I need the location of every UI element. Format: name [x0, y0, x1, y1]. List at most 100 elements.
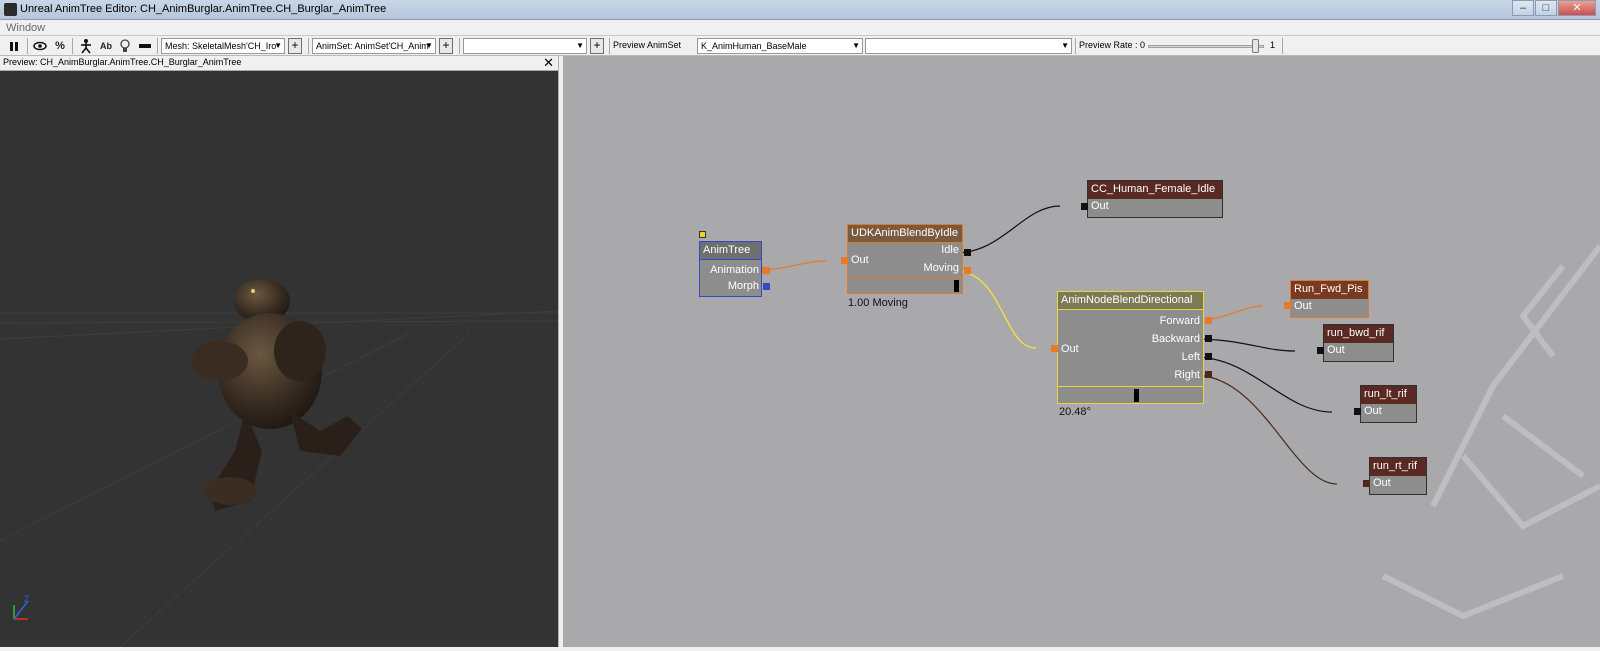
blend-by-idle-in-label: Out [851, 254, 869, 266]
chevron-down-icon: ▼ [274, 41, 282, 50]
close-preview-icon[interactable]: ✕ [543, 55, 554, 71]
preview-animset-label: Preview AnimSet [613, 40, 682, 50]
blend-by-idle-pin-moving-label: Moving [923, 262, 959, 274]
toolbar-separator [308, 38, 309, 54]
preview-header: Preview: CH_AnimBurglar.AnimTree.CH_Burg… [0, 55, 560, 71]
blend-directional-pin-forward-label: Forward [1159, 315, 1200, 327]
anim-sequence-title: run_rt_rif [1370, 458, 1426, 476]
menu-window[interactable]: Window [6, 22, 45, 34]
morph-select[interactable]: ▼ [463, 38, 587, 54]
anim-sequence-pin-out[interactable] [1363, 480, 1370, 487]
preview-title: Preview: CH_AnimBurglar.AnimTree.CH_Burg… [3, 57, 242, 67]
eye-icon[interactable] [32, 38, 48, 54]
preview-animset-value: K_AnimHuman_BaseMale [701, 41, 807, 51]
blend-directional-pin-backward-label: Backward [1151, 333, 1200, 345]
blend-by-idle-pin-idle[interactable] [964, 249, 971, 256]
anim-sequence-node[interactable]: Run_Fwd_Pis Out [1290, 280, 1369, 318]
preview-rate-slider[interactable] [1148, 45, 1264, 48]
blend-directional-pin-backward[interactable] [1205, 335, 1212, 342]
bar-icon[interactable] [137, 38, 153, 54]
toolbar-separator [72, 38, 73, 54]
minimize-button[interactable]: – [1512, 0, 1534, 16]
animtree-node-title: AnimTree [700, 242, 761, 260]
blend-by-idle-status: 1.00 Moving [848, 297, 908, 309]
menu-bar: Window [0, 20, 1600, 36]
blend-directional-pin-right[interactable] [1205, 371, 1212, 378]
anim-sequence-node[interactable]: run_lt_rif Out [1360, 385, 1417, 423]
blend-directional-status: 20.48° [1059, 406, 1091, 418]
blend-directional-title: AnimNodeBlendDirectional [1058, 292, 1203, 310]
animtree-node[interactable]: AnimTree Animation Morph [699, 241, 762, 297]
maximize-button[interactable]: □ [1535, 0, 1557, 16]
animtree-pin-morph-label: Morph [727, 280, 759, 292]
anim-sequence-pin-out[interactable] [1284, 302, 1291, 309]
preview-rate-label: Preview Rate : 0 [1079, 40, 1146, 50]
blend-by-idle-pin-in[interactable] [841, 257, 848, 264]
animset-select[interactable]: AnimSet: AnimSet'CH_Anim ▼ [312, 38, 436, 54]
ab-button[interactable]: Ab [98, 38, 114, 54]
mesh-select[interactable]: Mesh: SkeletalMesh'CH_Iro ▼ [161, 38, 285, 54]
skeleton-icon[interactable] [78, 38, 94, 54]
blend-directional-pin-forward[interactable] [1205, 317, 1212, 324]
wire-moving [954, 270, 1037, 349]
chevron-down-icon: ▼ [1061, 41, 1069, 50]
blend-directional-divider [1058, 386, 1203, 387]
animtree-pin-animation[interactable] [763, 267, 770, 274]
viewport-scene: Z [0, 279, 558, 647]
wire-left [1193, 356, 1333, 413]
wire-right [1193, 374, 1338, 485]
animtree-selection-marker [699, 231, 706, 238]
blend-directional-node[interactable]: AnimNodeBlendDirectional Out Forward Bac… [1057, 291, 1204, 404]
close-button[interactable]: ✕ [1558, 0, 1596, 16]
anim-sequence-title: run_bwd_rif [1324, 325, 1393, 343]
preview-animset-select[interactable]: K_AnimHuman_BaseMale ▼ [697, 38, 863, 54]
anim-sequence-title: CC_Human_Female_Idle [1088, 181, 1222, 199]
preview-viewport[interactable]: Z [0, 71, 558, 647]
blend-by-idle-node[interactable]: UDKAnimBlendByIdle Out Idle Moving [847, 224, 963, 294]
anim-sequence-node[interactable]: run_bwd_rif Out [1323, 324, 1394, 362]
anim-graph-canvas[interactable]: AnimTree Animation Morph UDKAnimBlendByI… [563, 56, 1600, 647]
animset-select-value: AnimSet: AnimSet'CH_Anim [316, 41, 429, 51]
blend-directional-pin-left[interactable] [1205, 353, 1212, 360]
blend-directional-angle-marker [1134, 389, 1139, 402]
anim-sequence-out-label: Out [1327, 344, 1345, 356]
bulb-icon[interactable] [117, 38, 133, 54]
toolbar-separator [459, 38, 460, 54]
animtree-pin-morph[interactable] [763, 283, 770, 290]
blend-by-idle-title: UDKAnimBlendByIdle [848, 225, 962, 243]
anim-sequence-pin-out[interactable] [1354, 408, 1361, 415]
title-bar: Unreal AnimTree Editor: CH_AnimBurglar.A… [0, 0, 1600, 20]
blend-by-idle-weight-marker [954, 280, 959, 292]
character-model [192, 279, 362, 511]
wire-idle [954, 205, 1061, 254]
anim-sequence-pin-out[interactable] [1081, 203, 1088, 210]
secondary-animset-select[interactable]: ▼ [865, 38, 1072, 54]
mesh-select-value: Mesh: SkeletalMesh'CH_Iro [165, 41, 277, 51]
blend-directional-pin-right-label: Right [1174, 369, 1200, 381]
add-mesh-button[interactable]: + [288, 38, 302, 54]
axis-z-label: Z [24, 594, 30, 604]
preview-rate-slider-thumb[interactable] [1252, 39, 1259, 53]
pause-icon[interactable] [6, 38, 22, 54]
blend-by-idle-pin-moving[interactable] [964, 267, 971, 274]
anim-sequence-title: run_lt_rif [1361, 386, 1416, 404]
anim-sequence-node[interactable]: CC_Human_Female_Idle Out [1087, 180, 1223, 218]
percent-button[interactable]: % [52, 38, 68, 54]
animtree-pin-animation-label: Animation [710, 264, 759, 276]
add-morph-button[interactable]: + [590, 38, 604, 54]
toolbar-separator [1282, 38, 1283, 54]
chevron-down-icon: ▼ [576, 41, 584, 50]
toolbar-separator [157, 38, 158, 54]
toolbar-separator [1075, 38, 1076, 54]
blend-directional-in-label: Out [1061, 343, 1079, 355]
anim-sequence-title: Run_Fwd_Pis [1291, 281, 1368, 299]
anim-sequence-pin-out[interactable] [1317, 347, 1324, 354]
chevron-down-icon: ▼ [425, 41, 433, 50]
add-animset-button[interactable]: + [439, 38, 453, 54]
blend-directional-pin-in[interactable] [1051, 345, 1058, 352]
anim-sequence-node[interactable]: run_rt_rif Out [1369, 457, 1427, 495]
preview-rate-max: 1 [1270, 40, 1276, 50]
status-bar [0, 647, 1600, 651]
toolbar: % Ab Mesh: SkeletalMesh'CH_Iro ▼ + AnimS… [0, 36, 1600, 56]
toolbar-separator [27, 38, 28, 54]
